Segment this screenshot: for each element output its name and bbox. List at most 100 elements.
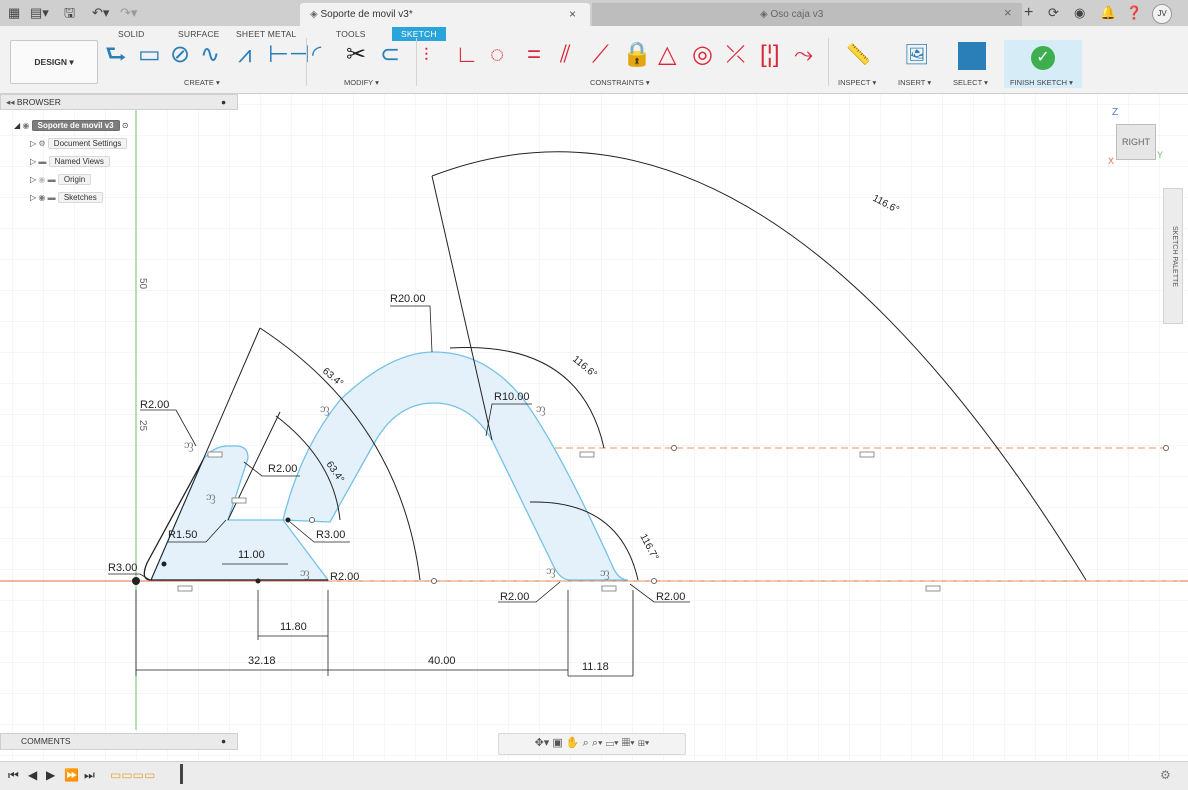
project-tool-icon[interactable]: ⮑ [105,41,127,69]
dimension-tool-icon[interactable]: ⊢⊣ [268,41,310,69]
pin-icon[interactable]: ● [221,734,226,749]
origin-point[interactable] [132,577,140,585]
tab-sketch[interactable]: SKETCH [392,27,446,41]
tangent-constraint-icon[interactable]: ᦀ [546,563,556,578]
fillet-tool-icon[interactable]: ◜ [312,41,321,69]
pan-hand-icon[interactable]: ✋ [566,737,580,749]
horizontal-constraint-icon[interactable] [601,585,617,592]
tab-tools[interactable]: TOOLS [336,29,366,39]
visibility-eye-icon[interactable]: ◉ [22,121,29,130]
app-grid-icon[interactable]: ▦ [8,4,20,22]
symmetry-icon[interactable]: [¦] [760,41,780,69]
horizontal-constraint-icon[interactable] [207,451,223,458]
job-status-icon[interactable]: ◉ [1074,4,1085,22]
look-at-icon[interactable]: ▣ [552,737,562,749]
sketch-point[interactable] [255,578,261,584]
dimension-40[interactable]: 40.00 [428,655,456,667]
go-to-end-icon[interactable]: ⏭ [84,768,95,783]
constraints-menu[interactable]: CONSTRAINTS ▾ [590,78,650,87]
workspace-design-button[interactable]: DESIGN ▾ [10,40,98,84]
dimension-r10[interactable]: R10.00 [494,391,529,403]
grid-settings-icon[interactable]: ▦▾ [622,737,635,749]
viewports-icon[interactable]: ⊞▾ [638,737,650,749]
dimension-r2-inner[interactable]: R2.00 [268,463,297,475]
browser-item-named-views[interactable]: ▷ ▬ Named Views [30,154,110,169]
dimension-r3-inner[interactable]: R3.00 [316,529,345,541]
visibility-eye-icon[interactable]: ◉ [38,175,45,184]
orbit-icon[interactable]: ✥▾ [535,737,550,749]
circle-tool-icon[interactable]: ⊘ [170,41,190,69]
sketch-canvas[interactable]: 50 25 R20.00 R10.00 R2.00 R2.00 R1.50 R3… [0,94,1188,760]
comments-panel[interactable]: COMMENTS ● [0,733,238,750]
tangent-constraint-icon[interactable]: ᦀ [320,401,330,416]
trim-tool-icon[interactable]: ✂ [346,41,366,69]
coincident-icon[interactable]: ∟ [455,41,479,69]
browser-root-label[interactable]: Soporte de movil v3 [31,120,120,131]
sketch-point[interactable] [671,445,677,451]
midpoint-icon[interactable]: △ [658,41,676,69]
dimension-11-80[interactable]: 11.80 [280,621,307,633]
save-icon[interactable]: 🖫 [64,4,75,22]
tangent-constraint-icon[interactable]: ᦀ [600,565,610,580]
horizontal-vertical-icon[interactable]: ⫶ [424,41,429,69]
tab-surface[interactable]: SURFACE [178,29,220,39]
horizontal-constraint-icon[interactable] [859,451,875,458]
tangent-constraint-icon[interactable]: ᦀ [300,565,310,580]
concentric-icon[interactable]: ◎ [692,41,713,69]
rectangle-tool-icon[interactable]: ▭ [138,41,161,69]
tangent-icon[interactable]: ◌ [490,41,504,69]
zoom-icon[interactable]: ⌕ [583,737,589,749]
file-menu-icon[interactable]: ▤▾ [30,4,49,22]
dimension-r20[interactable]: R20.00 [390,293,425,305]
dimension-11[interactable]: 11.00 [238,549,265,561]
tangent-constraint-icon[interactable]: ᦀ [184,437,194,452]
measure-ruler-icon[interactable]: 📏 [846,41,871,69]
pin-icon[interactable]: ● [221,95,226,109]
step-forward-icon[interactable]: ⏩ [64,768,79,782]
document-tab-inactive[interactable]: ◈ Oso caja v3 [592,3,1022,26]
timeline-settings-gear-icon[interactable]: ⚙ [1160,768,1171,782]
create-menu[interactable]: CREATE ▾ [184,78,220,87]
dimension-r2-left[interactable]: R2.00 [140,399,169,411]
sketch-point[interactable] [161,561,167,567]
horizontal-constraint-icon[interactable] [231,497,247,504]
curvature-icon[interactable]: ⤳ [794,41,813,69]
parallel-icon[interactable]: ⫽ [560,41,571,69]
dimension-r3-left[interactable]: R3.00 [108,562,137,574]
user-avatar[interactable]: JV [1152,4,1172,24]
browser-item-sketches[interactable]: ▷ ◉ ▬ Sketches [30,190,103,205]
tab-solid[interactable]: SOLID [118,29,145,39]
dimension-r2-right-b[interactable]: R2.00 [656,591,685,603]
display-settings-icon[interactable]: ▭▾ [606,737,619,749]
document-tab-active[interactable]: ◈ Soporte de movil v3* × [300,3,590,26]
expand-triangle-icon[interactable]: ▷ [30,139,36,148]
horizontal-constraint-icon[interactable] [925,585,941,592]
sketch-point[interactable] [309,517,315,523]
extensions-icon[interactable]: ⟳ [1048,4,1059,22]
equal-icon[interactable]: = [527,41,541,69]
sketch-point[interactable] [1163,445,1169,451]
dimension-r2-base[interactable]: R2.00 [330,571,359,583]
fix-lock-icon[interactable]: 🔒 [622,41,652,69]
dimension-11-18[interactable]: 11.18 [582,661,609,673]
dimension-r2-right-a[interactable]: R2.00 [500,591,529,603]
timeline-marker[interactable] [180,764,183,784]
insert-menu[interactable]: INSERT ▾ [898,78,931,87]
horizontal-constraint-icon[interactable] [177,585,193,592]
expand-triangle-icon[interactable]: ▷ [30,157,36,166]
select-menu[interactable]: SELECT ▾ [953,78,988,87]
dimension-r1-5[interactable]: R1.50 [168,529,197,541]
go-to-start-icon[interactable]: ⏮ [8,768,19,783]
notifications-icon[interactable]: 🔔 [1100,4,1116,22]
sketch-point[interactable] [431,578,437,584]
viewcube-face-label[interactable]: RIGHT [1122,137,1150,147]
close-tab-icon[interactable]: × [569,3,576,26]
inspect-menu[interactable]: INSPECT ▾ [838,78,876,87]
expand-triangle-icon[interactable]: ▷ [30,193,36,202]
dimension-32-18[interactable]: 32.18 [248,655,276,667]
step-back-icon[interactable]: ◀ [28,768,37,782]
browser-panel-header[interactable]: ◂◂ BROWSER ● [0,94,238,110]
undo-icon[interactable]: ↶▾ [92,4,109,22]
insert-image-icon[interactable]: 🖼 [904,41,929,69]
timeline-sketch-icon[interactable]: ▭▭▭▭ [110,768,155,782]
